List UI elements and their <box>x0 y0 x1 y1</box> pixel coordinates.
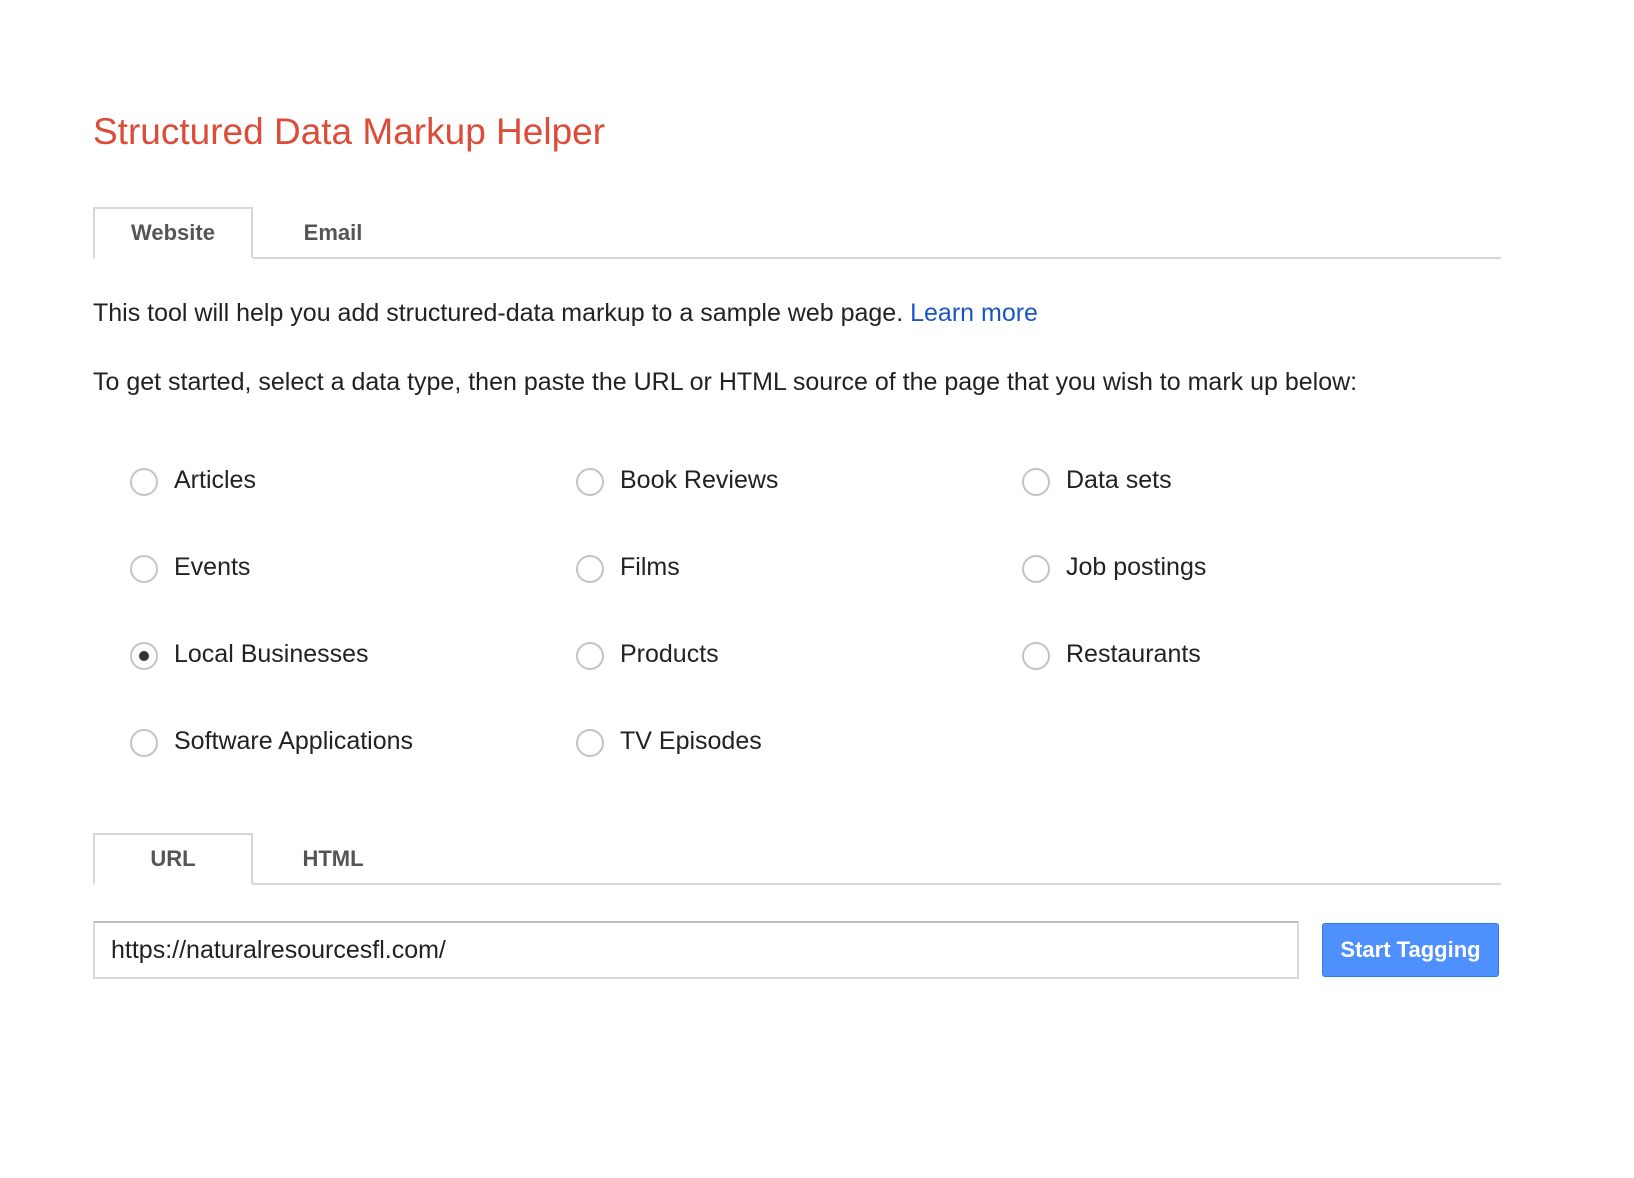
option-label: Events <box>174 553 251 581</box>
tab-html[interactable]: HTML <box>253 833 413 885</box>
option-products[interactable]: Products <box>576 636 719 672</box>
learn-more-link[interactable]: Learn more <box>910 299 1038 327</box>
option-local-businesses[interactable]: Local Businesses <box>130 636 369 672</box>
option-articles[interactable]: Articles <box>130 462 256 498</box>
page-title: Structured Data Markup Helper <box>93 111 606 152</box>
option-tv-episodes[interactable]: TV Episodes <box>576 723 762 759</box>
option-label: Book Reviews <box>620 466 779 494</box>
page: Structured Data Markup Helper Website Em… <box>0 0 1634 1178</box>
option-label: Software Applications <box>174 727 414 755</box>
tab-url[interactable]: URL <box>93 833 253 885</box>
tab-email[interactable]: Email <box>253 207 413 259</box>
option-label: Data sets <box>1066 466 1172 494</box>
radio-job-postings[interactable] <box>1022 555 1050 583</box>
option-label: Job postings <box>1066 553 1207 581</box>
instructions-text: To get started, select a data type, then… <box>93 368 1358 396</box>
option-software-applications[interactable]: Software Applications <box>130 723 413 759</box>
radio-events[interactable] <box>130 555 158 583</box>
option-label: Local Businesses <box>174 640 369 668</box>
radio-local-businesses[interactable] <box>130 642 158 670</box>
intro-text-block: This tool will help you add structured-d… <box>93 297 1038 329</box>
radio-products[interactable] <box>576 642 604 670</box>
tab-website[interactable]: Website <box>93 207 253 259</box>
intro-text: This tool will help you add structured-d… <box>93 299 904 327</box>
option-label: Films <box>620 553 680 581</box>
option-label: TV Episodes <box>620 727 762 755</box>
radio-book-reviews[interactable] <box>576 468 604 496</box>
radio-data-sets[interactable] <box>1022 468 1050 496</box>
option-label: Products <box>620 640 719 668</box>
option-book-reviews[interactable]: Book Reviews <box>576 462 778 498</box>
radio-tv-episodes[interactable] <box>576 729 604 757</box>
option-films[interactable]: Films <box>576 549 680 585</box>
radio-films[interactable] <box>576 555 604 583</box>
option-restaurants[interactable]: Restaurants <box>1022 636 1201 672</box>
option-job-postings[interactable]: Job postings <box>1022 549 1206 585</box>
option-label: Restaurants <box>1066 640 1201 668</box>
radio-restaurants[interactable] <box>1022 642 1050 670</box>
radio-articles[interactable] <box>130 468 158 496</box>
start-tagging-button[interactable]: Start Tagging <box>1322 923 1499 977</box>
option-label: Articles <box>174 466 256 494</box>
radio-software-applications[interactable] <box>130 729 158 757</box>
mode-tabbar: Website Email <box>93 207 1501 259</box>
url-input[interactable] <box>93 921 1299 979</box>
option-events[interactable]: Events <box>130 549 250 585</box>
option-data-sets[interactable]: Data sets <box>1022 462 1172 498</box>
source-tabbar: URL HTML <box>93 833 1501 885</box>
